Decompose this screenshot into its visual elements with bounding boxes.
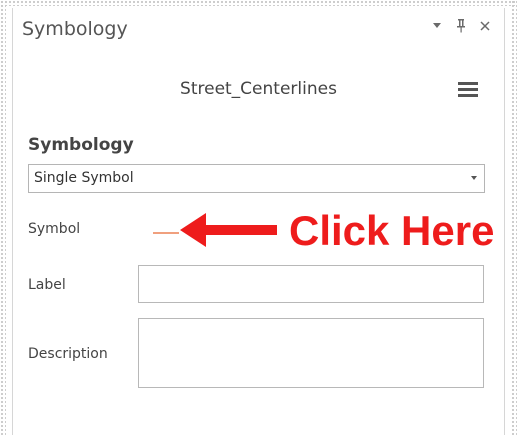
symbol-label: Symbol xyxy=(28,221,81,237)
chevron-down-icon xyxy=(471,176,477,180)
description-input[interactable] xyxy=(138,318,484,388)
label-input[interactable] xyxy=(138,265,484,303)
click-here-annotation: Click Here xyxy=(176,205,516,257)
hamburger-menu-icon[interactable] xyxy=(458,82,478,98)
screenshot-frame: Symbology Street_Centerlines Symbology S… xyxy=(0,0,517,435)
pane-controls xyxy=(430,18,492,34)
renderer-dropdown[interactable]: Single Symbol xyxy=(28,164,485,193)
chevron-down-icon[interactable] xyxy=(430,18,444,34)
torn-edge-left xyxy=(0,0,6,435)
close-icon[interactable] xyxy=(478,18,492,34)
symbology-heading: Symbology xyxy=(28,135,134,155)
layer-name: Street_Centerlines xyxy=(180,79,337,99)
arrow-left-icon xyxy=(180,213,277,247)
pin-icon[interactable] xyxy=(454,18,468,34)
click-here-text: Click Here xyxy=(289,207,495,254)
torn-edge-top xyxy=(0,0,517,6)
pane-title-bar: Symbology xyxy=(13,8,504,52)
description-field-label: Description xyxy=(28,346,108,362)
label-field-label: Label xyxy=(28,277,66,293)
pane-title: Symbology xyxy=(22,18,128,40)
renderer-dropdown-value: Single Symbol xyxy=(34,170,134,186)
